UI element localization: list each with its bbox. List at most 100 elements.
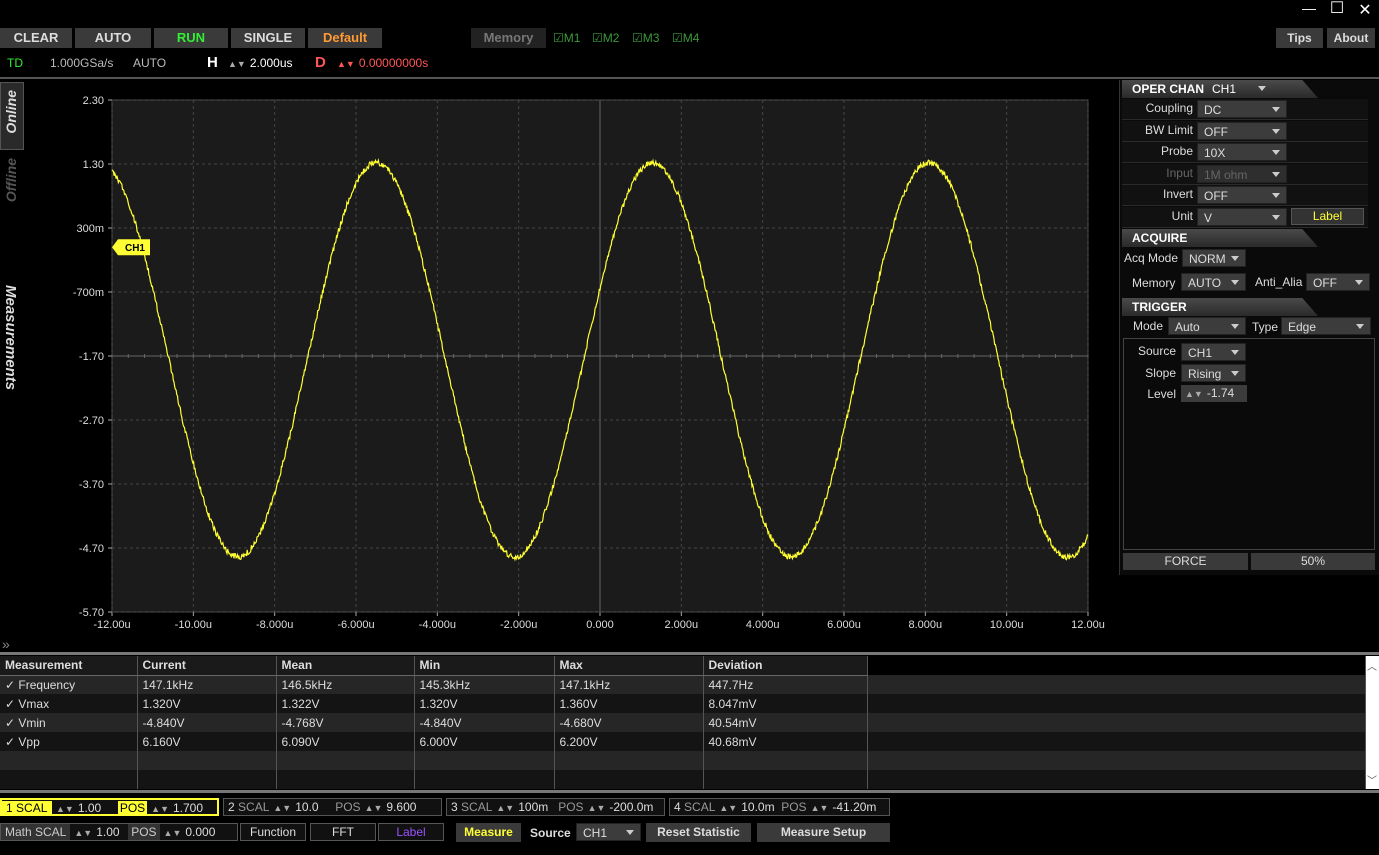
sample-rate: 1.000GSa/s [50, 56, 113, 70]
math-scal-value[interactable]: 1.00 [96, 824, 128, 840]
spinner-arrows-icon: ▲▼ [1185, 389, 1203, 399]
function-button[interactable]: Function [240, 823, 306, 841]
tips-button[interactable]: Tips [1276, 28, 1323, 48]
memory-label: Memory [1132, 276, 1175, 290]
acq-mode-select[interactable]: NORM [1182, 249, 1246, 267]
probe-label: Probe [1125, 144, 1193, 158]
x-tick-label: 6.000u [827, 619, 861, 631]
unit-select[interactable]: V [1197, 208, 1287, 226]
checkbox-icon: ☑ [672, 31, 683, 45]
table-row[interactable]: ✓ Vpp 6.160V 6.090V 6.000V 6.200V 40.68mV [0, 732, 1366, 751]
auto-button[interactable]: AUTO [75, 28, 151, 48]
ch2-control[interactable]: 2 SCAL ▲▼ 10.0 POS ▲▼ 9.600 [223, 798, 442, 816]
spinner-arrows-icon: ▲▼ [337, 59, 355, 69]
ch2-pos-value[interactable]: 9.600 [386, 800, 416, 814]
oper-chan-select[interactable]: CH1 [1206, 80, 1272, 98]
scroll-up-icon[interactable]: ︿ [1367, 658, 1377, 673]
col-deviation[interactable]: Deviation [703, 656, 867, 675]
y-tick-label: -700m [73, 287, 104, 299]
scroll-down-icon[interactable]: ﹀ [1367, 772, 1377, 787]
trigger-level-spinner[interactable]: ▲▼ -1.74 [1181, 385, 1247, 402]
ch1-control[interactable]: 1 SCAL ▲▼ 1.00 POS ▲▼ 1.700 [0, 798, 219, 816]
about-button[interactable]: About [1327, 28, 1375, 48]
m2-checkbox[interactable]: ☑M2 [592, 31, 619, 45]
measure-button[interactable]: Measure [456, 823, 521, 842]
measure-setup-button[interactable]: Measure Setup [757, 823, 890, 842]
ch1-scal-value[interactable]: 1.00 [78, 800, 118, 816]
math-scal-label: Math SCAL [1, 824, 70, 840]
col-min[interactable]: Min [414, 656, 554, 675]
x-tick-label: 2.000u [665, 619, 699, 631]
x-tick-label: -8.000u [256, 619, 293, 631]
ch3-pos-value[interactable]: -200.0m [609, 800, 653, 814]
invert-select[interactable]: OFF [1197, 186, 1287, 204]
fft-button[interactable]: FFT [310, 823, 376, 841]
label-button[interactable]: Label [1291, 208, 1364, 225]
table-scrollbar[interactable] [1366, 656, 1379, 789]
m1-checkbox[interactable]: ☑M1 [553, 31, 580, 45]
memory-select[interactable]: AUTO [1181, 273, 1246, 291]
single-button[interactable]: SINGLE [231, 28, 305, 48]
table-row[interactable]: ✓ Frequency 147.1kHz 146.5kHz 145.3kHz 147.1… [0, 675, 1366, 694]
h-spinner[interactable]: ▲▼ 2.000us [224, 56, 293, 70]
maximize-button[interactable]: ☐ [1326, 0, 1348, 18]
bw-limit-label: BW Limit [1125, 123, 1193, 137]
table-row[interactable]: ✓ Vmin -4.840V -4.768V -4.840V -4.680V 40.54m… [0, 713, 1366, 732]
minimize-button[interactable]: — [1298, 0, 1320, 18]
x-tick-label: -2.000u [500, 619, 537, 631]
level-label: Level [1130, 387, 1176, 401]
close-button[interactable]: ✕ [1354, 0, 1376, 18]
trigger-type-label: Type [1252, 320, 1278, 334]
trigger-type-select[interactable]: Edge [1281, 317, 1371, 335]
anti-alias-select[interactable]: OFF [1306, 273, 1370, 291]
ch4-pos-label: POS [781, 800, 806, 814]
memory-button[interactable]: Memory [471, 28, 546, 48]
ch4-scal-value[interactable]: 10.0m [741, 799, 781, 815]
coupling-label: Coupling [1125, 101, 1193, 115]
ch4-pos-value[interactable]: -41.20m [832, 800, 876, 814]
ch1-marker-label: CH1 [125, 243, 145, 254]
x-tick-label: -10.00u [175, 619, 212, 631]
measure-source-select[interactable]: CH1 [576, 823, 641, 841]
m4-checkbox[interactable]: ☑M4 [672, 31, 699, 45]
math-control[interactable]: Math SCAL ▲▼ 1.00 POS ▲▼ 0.000 [0, 823, 238, 841]
trigger-source-select[interactable]: CH1 [1181, 343, 1246, 361]
clear-button[interactable]: CLEAR [0, 28, 72, 48]
d-spinner[interactable]: ▲▼ 0.00000000s [333, 56, 428, 70]
table-row[interactable]: ✓ Vmax 1.320V 1.322V 1.320V 1.360V 8.047mV [0, 694, 1366, 713]
ch4-control[interactable]: 4 SCAL ▲▼ 10.0m POS ▲▼ -41.20m [669, 798, 890, 816]
fifty-percent-button[interactable]: 50% [1251, 553, 1375, 570]
ch3-scal-value[interactable]: 100m [518, 799, 558, 815]
checkbox-icon: ☑ [632, 31, 643, 45]
waveform-display[interactable]: -12.00u -10.00u -8.000u -6.000u -4.000u -2.00… [0, 80, 1115, 643]
table-header-row: Measurement Current Mean Min Max Deviati… [0, 656, 1366, 675]
trigger-mode-select[interactable]: Auto [1168, 317, 1246, 335]
ch3-control[interactable]: 3 SCAL ▲▼ 100m POS ▲▼ -200.0m [446, 798, 665, 816]
acquire-header: ACQUIRE [1122, 229, 1318, 247]
col-measurement[interactable]: Measurement [0, 656, 137, 675]
x-tick-label: -12.00u [93, 619, 130, 631]
y-tick-label: 300m [76, 223, 104, 235]
reset-statistic-button[interactable]: Reset Statistic [646, 823, 751, 842]
default-button[interactable]: Default [308, 28, 382, 48]
x-tick-label: -4.000u [419, 619, 456, 631]
col-mean[interactable]: Mean [276, 656, 414, 675]
coupling-select[interactable]: DC [1197, 100, 1287, 118]
measurement-table: Measurement Current Mean Min Max Deviati… [0, 656, 1366, 789]
col-max[interactable]: Max [554, 656, 703, 675]
math-label-button[interactable]: Label [378, 823, 444, 841]
probe-select[interactable]: 10X [1197, 143, 1287, 161]
checkbox-icon: ☑ [592, 31, 603, 45]
input-select: 1M ohm [1197, 165, 1287, 183]
bw-limit-select[interactable]: OFF [1197, 122, 1287, 140]
force-button[interactable]: FORCE [1123, 553, 1248, 570]
ch1-pos-value[interactable]: 1.700 [173, 801, 203, 815]
y-tick-label: -2.70 [79, 415, 104, 427]
col-current[interactable]: Current [137, 656, 276, 675]
y-tick-label: 2.30 [83, 95, 104, 107]
trigger-slope-select[interactable]: Rising [1181, 364, 1246, 382]
m3-checkbox[interactable]: ☑M3 [632, 31, 659, 45]
ch2-scal-value[interactable]: 10.0 [295, 799, 335, 815]
run-button[interactable]: RUN [154, 28, 228, 48]
math-pos-value[interactable]: 0.000 [185, 825, 215, 839]
